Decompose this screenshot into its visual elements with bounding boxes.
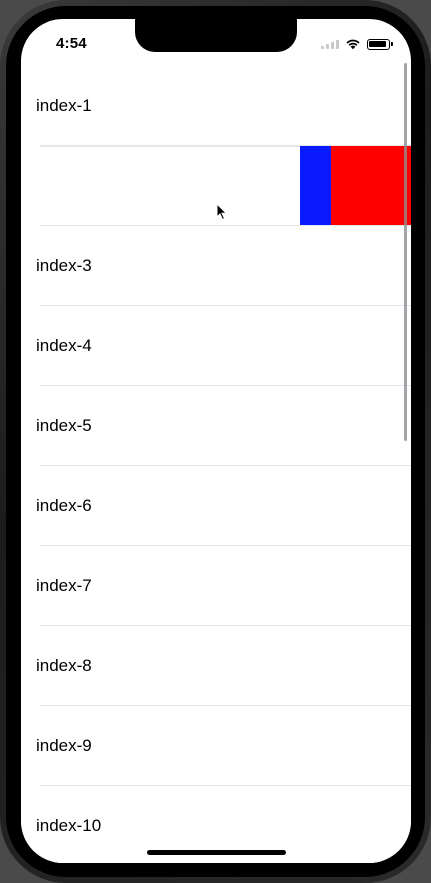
table-row[interactable]: index-1: [21, 66, 411, 146]
table-row[interactable]: index-3: [21, 226, 411, 306]
wifi-icon: [346, 39, 360, 50]
row-label: index-4: [36, 336, 92, 355]
mouse-cursor-icon: [216, 203, 228, 221]
swipe-action-button-red[interactable]: [331, 146, 411, 226]
screen: 4:54 index-1 index-3 index-4 index-5 ind…: [21, 19, 411, 863]
table-row[interactable]: index-8: [21, 626, 411, 706]
table-row[interactable]: index-9: [21, 706, 411, 786]
status-time: 4:54: [56, 35, 87, 52]
notch: [135, 19, 297, 52]
row-label: index-9: [36, 736, 92, 755]
row-label: index-10: [36, 816, 102, 835]
row-label: index-5: [36, 416, 92, 435]
table-row[interactable]: index-6: [21, 466, 411, 546]
swipe-action-button-blue[interactable]: [300, 146, 331, 226]
table-row[interactable]: index-4: [21, 306, 411, 386]
row-label: index-8: [36, 656, 92, 675]
battery-icon: [367, 38, 393, 50]
status-icons: [321, 38, 393, 50]
scroll-indicator[interactable]: [404, 63, 407, 441]
row-label: index-7: [36, 576, 92, 595]
row-label: index-3: [36, 256, 92, 275]
table-row[interactable]: index-7: [21, 546, 411, 626]
row-label: index-6: [36, 496, 92, 515]
cellular-signal-icon: [321, 39, 339, 49]
table-row[interactable]: index-5: [21, 386, 411, 466]
table-view: index-1 index-3 index-4 index-5 index-6: [21, 66, 411, 863]
home-indicator[interactable]: [147, 850, 286, 855]
row-label: index-1: [36, 96, 92, 115]
